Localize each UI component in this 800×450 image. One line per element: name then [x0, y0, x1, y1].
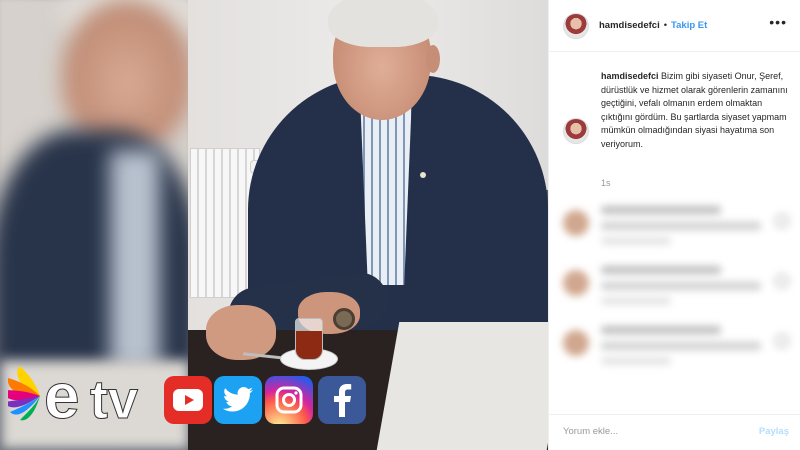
post-header: hamdisedefci • Takip Et ••• [549, 0, 800, 52]
post-side-panel: hamdisedefci • Takip Et ••• hamdisedefci… [548, 0, 800, 450]
facebook-icon [318, 376, 366, 424]
header-separator: • [663, 20, 668, 31]
etv-logo: e tv [8, 360, 139, 428]
tea-glass [295, 318, 323, 360]
more-horizontal-icon[interactable]: ••• [769, 14, 787, 30]
logo-strip: e tv [0, 356, 548, 428]
post-caption: hamdisedefci Bizim gibi siyaseti Onur, Ş… [563, 70, 793, 151]
follow-button[interactable]: Takip Et [671, 20, 707, 31]
caption-username-link[interactable]: hamdisedefci [601, 71, 659, 81]
caption-avatar[interactable] [563, 118, 589, 144]
username-link[interactable]: hamdisedefci [599, 20, 660, 31]
post-photo[interactable]: e tv [0, 0, 548, 450]
instagram-icon [265, 376, 313, 424]
twitter-icon [214, 376, 262, 424]
list-item [561, 316, 793, 376]
list-item [561, 196, 793, 256]
youtube-icon [164, 376, 212, 424]
comment-input[interactable]: Yorum ekle... [563, 426, 618, 437]
svg-text:tv: tv [90, 370, 138, 428]
caption-timestamp[interactable]: 1s [601, 178, 611, 188]
caption-text: hamdisedefci Bizim gibi siyaseti Onur, Ş… [601, 70, 791, 151]
svg-text:e: e [44, 360, 80, 428]
list-item [561, 256, 793, 316]
caption-body: Bizim gibi siyaseti Onur, Şeref, dürüstl… [601, 71, 788, 149]
avatar[interactable] [563, 12, 589, 39]
blurred-comments [561, 196, 793, 406]
share-button[interactable]: Paylaş [759, 426, 789, 437]
comment-footer: Yorum ekle... Paylaş [549, 414, 800, 450]
